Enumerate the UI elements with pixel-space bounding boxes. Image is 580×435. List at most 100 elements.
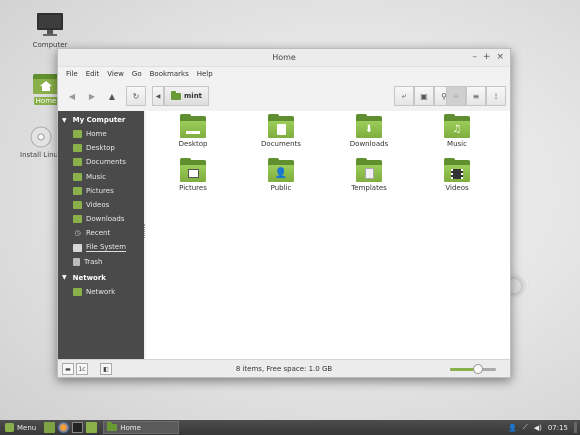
reload-button[interactable]: ↻	[126, 86, 146, 106]
clock[interactable]: 07:15	[548, 424, 568, 432]
sidebar-item-desktop[interactable]: Desktop	[58, 141, 144, 155]
arrow-left-icon: ◀	[68, 91, 76, 101]
menu-bar: File Edit View Go Bookmarks Help	[58, 67, 510, 81]
folder-label: Videos	[445, 184, 469, 192]
icon-view-button[interactable]: ⁘	[446, 86, 466, 106]
menu-label: Menu	[17, 423, 37, 432]
arrow-right-icon: ▶	[88, 91, 96, 101]
sidebar-section-my-computer[interactable]: ▼ My Computer	[58, 113, 144, 127]
sidebar-item-label: Recent	[86, 229, 111, 238]
reload-icon: ↻	[132, 91, 140, 101]
desktop-icon-label: Home	[33, 97, 59, 105]
folder-item-videos[interactable]: Videos	[427, 158, 487, 192]
downloads-folder-icon	[73, 215, 82, 224]
videos-folder-icon	[444, 158, 470, 182]
forward-button[interactable]: ▶	[82, 86, 102, 106]
music-folder-icon	[73, 172, 82, 181]
sidebar-item-trash[interactable]: Trash	[58, 255, 144, 269]
folder-item-pictures[interactable]: Pictures	[163, 158, 223, 192]
folder-item-public[interactable]: 👤 Public	[251, 158, 311, 192]
sidebar-item-home[interactable]: Home	[58, 127, 144, 141]
network-folder-icon	[73, 287, 82, 296]
trash-icon	[73, 257, 80, 266]
title-bar[interactable]: Home – + ×	[58, 49, 510, 67]
taskbar-item-label: Home	[120, 423, 141, 432]
sidebar-item-label: Home	[86, 130, 107, 139]
downloads-folder-icon: ⬇	[356, 114, 382, 138]
minimize-icon[interactable]: –	[472, 52, 477, 62]
sidebar-item-network[interactable]: Network	[58, 285, 144, 299]
recent-clock-icon: ◷	[74, 229, 81, 238]
sidebar-section-network[interactable]: ▼ Network	[58, 271, 144, 285]
folder-item-music[interactable]: ♫ Music	[427, 114, 487, 148]
bottom-panel: Menu Home 👤 ⟋ ◀) 07:15	[0, 420, 580, 435]
open-in-terminal-button[interactable]: ⤶	[394, 86, 414, 106]
folder-item-documents[interactable]: Documents	[251, 114, 311, 148]
sidebar-item-recent[interactable]: ◷ Recent	[58, 226, 144, 240]
home-folder-icon	[33, 74, 59, 94]
breadcrumb-mint[interactable]: mint	[164, 86, 210, 106]
menu-bookmarks[interactable]: Bookmarks	[146, 70, 193, 78]
sidebar-item-videos[interactable]: Videos	[58, 198, 144, 212]
up-button[interactable]: ▲	[102, 86, 122, 106]
taskbar-item-home[interactable]: Home	[103, 421, 180, 434]
back-button[interactable]: ◀	[62, 86, 82, 106]
menu-go[interactable]: Go	[128, 70, 146, 78]
show-desktop-button[interactable]	[574, 422, 577, 433]
edit-location-icon: ⤶	[401, 91, 407, 100]
menu-file[interactable]: File	[62, 70, 82, 78]
menu-view[interactable]: View	[103, 70, 128, 78]
files-icon[interactable]	[86, 422, 98, 433]
folder-label: Downloads	[349, 140, 389, 148]
terminal-icon[interactable]	[72, 422, 84, 433]
sidebar-item-documents[interactable]: Documents	[58, 155, 144, 169]
user-icon[interactable]: 👤	[508, 424, 517, 432]
toggle-location-button[interactable]: ◀	[152, 86, 164, 106]
menu-edit[interactable]: Edit	[82, 70, 104, 78]
firefox-icon[interactable]	[58, 422, 70, 433]
menu-button[interactable]: Menu	[0, 420, 41, 435]
sidebar-item-label: Trash	[84, 257, 103, 266]
sidebar-item-file-system[interactable]: File System	[58, 241, 144, 255]
computer-icon	[37, 13, 63, 36]
list-view-button[interactable]: ≡	[466, 86, 486, 106]
sidebar-section-title: Network	[72, 273, 106, 282]
file-view[interactable]: Desktop Documents ⬇ Downloads ♫ Music Pi…	[146, 111, 510, 360]
folder-item-templates[interactable]: Templates	[339, 158, 399, 192]
triangle-down-icon: ▼	[62, 116, 67, 124]
home-folder-icon	[73, 130, 82, 139]
compact-view-button[interactable]: ⁞	[486, 86, 506, 106]
show-desktop-icon[interactable]	[44, 422, 56, 433]
window-title: Home	[272, 53, 296, 62]
folder-item-downloads[interactable]: ⬇ Downloads	[339, 114, 399, 148]
status-text: 8 items, Free space: 1.0 GB	[235, 365, 333, 373]
arrow-up-icon: ▲	[108, 91, 116, 101]
menu-help[interactable]: Help	[193, 70, 217, 78]
zoom-slider-knob[interactable]	[472, 364, 483, 374]
breadcrumb-label: mint	[184, 92, 203, 100]
sidebar-item-label: Pictures	[86, 186, 114, 195]
desktop-icon-computer[interactable]: Computer	[25, 12, 75, 49]
sidebar-item-label: Documents	[86, 158, 126, 167]
volume-icon[interactable]: ◀)	[534, 424, 542, 432]
sidebar-item-label: Music	[86, 172, 106, 181]
desktop-folder-icon	[73, 144, 82, 153]
system-tray: 👤 ⟋ ◀) 07:15	[508, 420, 577, 435]
file-manager-window[interactable]: Home – + × File Edit View Go Bookmarks H…	[57, 48, 511, 378]
maximize-icon[interactable]: +	[483, 52, 491, 62]
sidebar-item-pictures[interactable]: Pictures	[58, 184, 144, 198]
disc-icon	[30, 126, 52, 148]
terminal-button[interactable]: ▣	[414, 86, 434, 106]
close-icon[interactable]: ×	[496, 52, 504, 62]
music-folder-icon: ♫	[444, 114, 470, 138]
folder-label: Templates	[351, 184, 387, 192]
toolbar: ◀ ▶ ▲ ↻ ◀ mint ⤶ ▣ ⚲ ⁘ ≡ ⁞	[58, 81, 510, 111]
folder-item-desktop[interactable]: Desktop	[163, 114, 223, 148]
sidebar-item-downloads[interactable]: Downloads	[58, 212, 144, 226]
sidebar: ▼ My Computer Home Desktop Documents Mus…	[58, 111, 144, 360]
grid-icon: ⁘	[452, 91, 460, 101]
sidebar-item-music[interactable]: Music	[58, 170, 144, 184]
zoom-slider[interactable]	[450, 364, 496, 374]
network-icon[interactable]: ⟋	[523, 423, 528, 432]
public-folder-icon: 👤	[268, 158, 294, 182]
